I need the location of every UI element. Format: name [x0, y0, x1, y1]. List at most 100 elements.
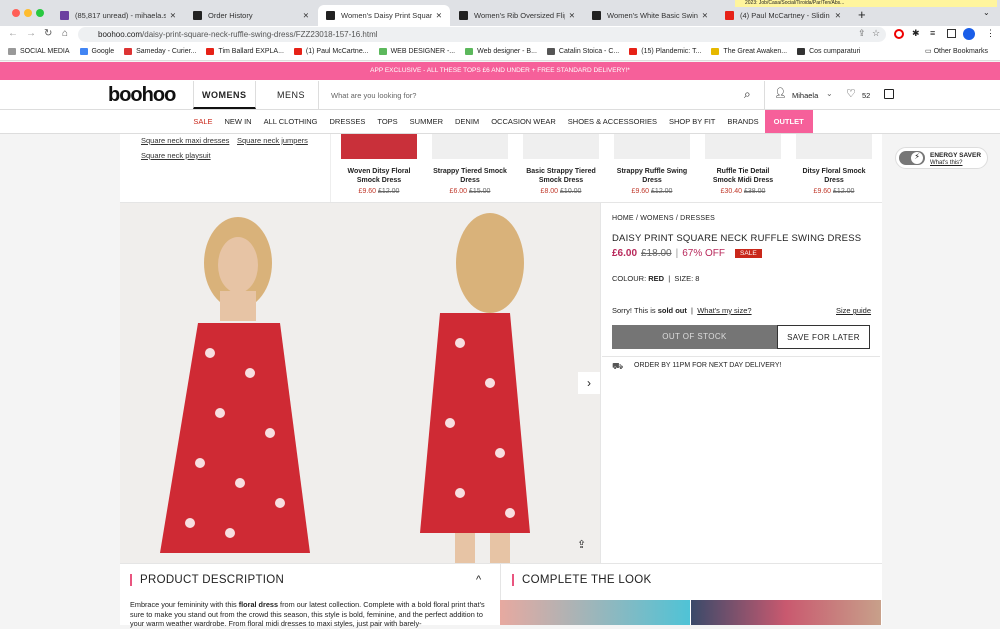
browser-tab[interactable]: Women's Rib Oversized Flippy ✕ — [451, 5, 583, 26]
reading-list-icon[interactable]: ≡ — [930, 28, 935, 38]
product-image-back[interactable] — [360, 203, 600, 563]
product-description-title[interactable]: PRODUCT DESCRIPTION — [130, 574, 284, 586]
bookmark-item[interactable]: WEB DESIGNER -... — [378, 48, 455, 55]
nav-item[interactable]: SUMMER — [404, 110, 449, 133]
breadcrumb-home[interactable]: HOME — [612, 215, 634, 222]
close-tab-icon[interactable]: ✕ — [436, 11, 442, 20]
close-tab-icon[interactable]: ✕ — [170, 11, 176, 20]
product-card[interactable]: Strappy Tiered Smock Dress £6.00 £15.00 — [432, 134, 508, 195]
user-icon[interactable]: 👤︎ — [774, 88, 787, 99]
product-name[interactable]: Ruffle Tie Detail Smock Midi Dress — [705, 167, 781, 185]
product-name[interactable]: Basic Strappy Tiered Smock Dress — [523, 167, 599, 185]
product-thumbnail[interactable] — [432, 134, 508, 159]
product-card[interactable]: Ruffle Tie Detail Smock Midi Dress £30.40… — [705, 134, 781, 195]
extensions-icon[interactable]: ✱ — [912, 28, 920, 39]
nav-item[interactable]: ALL CLOTHING — [258, 110, 324, 133]
tab-search-icon[interactable]: ⌄ — [983, 8, 990, 17]
close-tab-icon[interactable]: ✕ — [702, 11, 708, 20]
nav-item[interactable]: BRANDS — [721, 110, 764, 133]
maximize-window-button[interactable] — [36, 9, 44, 17]
home-icon[interactable]: ⌂ — [62, 28, 68, 39]
nav-item[interactable]: SALE — [187, 110, 218, 133]
bookmark-item[interactable]: Tim Ballard EXPLA... — [206, 48, 284, 55]
share-icon[interactable]: ⇪ — [577, 538, 586, 551]
bookmark-item[interactable]: (15) Plandemic: T... — [629, 48, 701, 55]
save-for-later-button[interactable]: SAVE FOR LATER — [777, 325, 870, 349]
promo-banner[interactable]: APP EXCLUSIVE - ALL THESE TOPS £6 AND UN… — [0, 62, 1000, 80]
bookmark-item[interactable]: Web designer - B... — [465, 48, 537, 55]
minimize-window-button[interactable] — [24, 9, 32, 17]
product-card[interactable]: Woven Ditsy Floral Smock Dress £9.60 £12.… — [341, 134, 417, 195]
product-thumbnail[interactable] — [705, 134, 781, 159]
tab-womens[interactable]: WOMENS — [193, 81, 256, 109]
product-card[interactable]: Strappy Ruffle Swing Dress £9.60 £12.00 — [614, 134, 690, 195]
search-input[interactable]: What are you looking for? — [318, 81, 765, 109]
forward-icon[interactable]: → — [26, 28, 36, 39]
product-name[interactable]: Strappy Ruffle Swing Dress — [614, 167, 690, 185]
related-link[interactable]: Square neck maxi dresses — [141, 136, 229, 145]
product-name[interactable]: Strappy Tiered Smock Dress — [432, 167, 508, 185]
product-thumbnail[interactable] — [341, 134, 417, 159]
whats-this-link[interactable]: What's this? — [930, 160, 963, 166]
close-tab-icon[interactable]: ✕ — [835, 11, 841, 20]
out-of-stock-button[interactable]: OUT OF STOCK — [612, 325, 777, 349]
menu-icon[interactable]: ⋮ — [986, 28, 995, 39]
browser-tab[interactable]: (4) Paul McCartney - Slidin ✕ — [717, 5, 849, 26]
breadcrumb-dresses[interactable]: DRESSES — [680, 215, 715, 222]
nav-item[interactable]: OUTLET — [764, 110, 813, 133]
product-name[interactable]: Woven Ditsy Floral Smock Dress — [341, 167, 417, 185]
side-panel-icon[interactable] — [947, 29, 956, 38]
nav-item[interactable]: DRESSES — [324, 110, 372, 133]
bookmark-item[interactable]: Google — [79, 48, 114, 55]
chevron-up-icon[interactable]: ^ — [476, 574, 481, 586]
bookmark-item[interactable]: Catalin Stoica - C... — [546, 48, 619, 55]
energy-saver-toggle[interactable]: ⚡︎ ENERGY SAVER What's this? — [895, 147, 988, 169]
bookmark-star-icon[interactable]: ☆ — [872, 28, 880, 39]
look-image-1[interactable] — [500, 600, 690, 625]
product-thumbnail[interactable] — [796, 134, 872, 159]
browser-tab[interactable]: Women's Daisy Print Square N ✕ — [318, 5, 450, 26]
related-link[interactable]: Square neck jumpers — [237, 136, 308, 145]
size-guide-link[interactable]: Size guide — [836, 306, 871, 315]
nav-item[interactable]: NEW IN — [219, 110, 258, 133]
next-image-button[interactable]: › — [578, 372, 600, 394]
related-link[interactable]: Square neck playsuit — [141, 151, 211, 160]
bookmark-item[interactable]: SOCIAL MEDIA — [8, 48, 70, 55]
browser-tab[interactable]: Order History ✕ — [185, 5, 317, 26]
account-name[interactable]: Mihaela — [792, 91, 818, 100]
share-icon[interactable]: ⇪ — [858, 28, 866, 39]
browser-tab[interactable]: (85,817 unread) - mihaela.scot ✕ — [52, 5, 184, 26]
reload-icon[interactable]: ↻ — [44, 28, 52, 39]
product-image-front[interactable] — [120, 203, 360, 563]
product-thumbnail[interactable] — [614, 134, 690, 159]
product-card[interactable]: Basic Strappy Tiered Smock Dress £8.00 £1… — [523, 134, 599, 195]
bag-icon[interactable] — [884, 89, 894, 99]
bookmark-item[interactable]: Cos cumparaturi — [797, 48, 860, 55]
chevron-down-icon[interactable]: ⌄ — [826, 89, 833, 98]
tab-mens[interactable]: MENS — [264, 81, 318, 109]
nav-item[interactable]: TOPS — [371, 110, 403, 133]
nav-item[interactable]: OCCASION WEAR — [485, 110, 562, 133]
bookmark-item[interactable]: (1) Paul McCartne... — [293, 48, 369, 55]
look-image-2[interactable] — [691, 600, 881, 625]
bookmark-item[interactable]: The Great Awaken... — [711, 48, 787, 55]
search-icon[interactable]: ⌕ — [744, 87, 751, 102]
product-card[interactable]: Ditsy Floral Smock Dress £9.60 £12.00 — [796, 134, 872, 195]
profile-avatar[interactable] — [963, 28, 975, 40]
logo[interactable]: boohoo — [108, 84, 176, 107]
heart-icon[interactable]: ♡ — [846, 87, 856, 100]
other-bookmarks[interactable]: ▭ Other Bookmarks — [925, 47, 988, 55]
product-thumbnail[interactable] — [523, 134, 599, 159]
product-name[interactable]: Ditsy Floral Smock Dress — [796, 167, 872, 185]
nav-item[interactable]: SHOES & ACCESSORIES — [562, 110, 663, 133]
nav-item[interactable]: DENIM — [449, 110, 485, 133]
browser-tab[interactable]: Women's White Basic Swing T ✕ — [584, 5, 716, 26]
back-icon[interactable]: ← — [8, 28, 18, 39]
bookmark-item[interactable]: Sameday - Curier... — [124, 48, 196, 55]
close-window-button[interactable] — [12, 9, 20, 17]
address-bar[interactable]: boohoo.com/daisy-print-square-neck-ruffl… — [78, 27, 886, 42]
opera-extension-icon[interactable] — [894, 29, 904, 39]
new-tab-button[interactable]: + — [858, 7, 866, 22]
close-tab-icon[interactable]: ✕ — [303, 11, 309, 20]
close-tab-icon[interactable]: ✕ — [569, 11, 575, 20]
